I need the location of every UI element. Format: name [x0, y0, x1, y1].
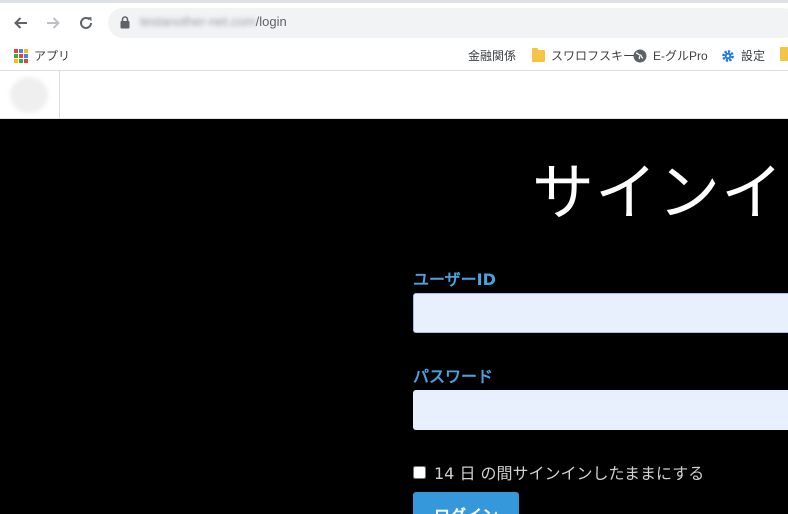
page-title: サインイン: [532, 156, 788, 229]
apps-grid-icon: [14, 48, 28, 63]
remember-checkbox[interactable]: [413, 465, 426, 479]
header-divider: [59, 71, 60, 119]
url-text: testanother-net.com/login: [140, 14, 287, 29]
bookmark-settings[interactable]: 設定: [721, 47, 765, 64]
url-host: testanother-net.com: [140, 14, 256, 29]
userid-input[interactable]: [413, 293, 788, 333]
bookmark-finance[interactable]: 金融関係: [468, 47, 516, 64]
site-header: [0, 71, 788, 119]
bookmark-swarovski[interactable]: スワロフスキー: [532, 47, 635, 64]
remember-label: 14 日 の間サインインしたままにする: [434, 464, 705, 483]
bookmark-label: 金融関係: [468, 49, 517, 63]
reload-icon: [80, 16, 92, 29]
password-input[interactable]: [413, 390, 788, 430]
address-bar[interactable]: testanother-net.com/login: [108, 8, 788, 38]
arrow-right-icon: [47, 17, 60, 29]
arrow-left-icon: [14, 17, 27, 29]
bookmark-label: スワロフスキー: [551, 49, 636, 63]
bookmark-label: E-グルPro: [653, 49, 708, 63]
bookmark-apps[interactable]: アプリ: [14, 47, 70, 64]
password-label: パスワード: [413, 367, 494, 386]
browser-toolbar: testanother-net.com/login: [0, 0, 788, 40]
lock-icon: [120, 16, 130, 29]
folder-icon: [532, 47, 545, 62]
forward-button[interactable]: [42, 12, 64, 34]
login-page: サインイン ユーザーID パスワード 14 日 の間サインインしたままにする ロ…: [0, 120, 788, 514]
bookmark-label: 設定: [741, 49, 766, 63]
folder-icon[interactable]: [780, 47, 788, 61]
bookmark-label: アプリ: [34, 49, 71, 63]
bookmark-eguru-pro[interactable]: E-グルPro: [633, 47, 708, 64]
back-button[interactable]: [10, 12, 32, 34]
login-button[interactable]: ログイン: [413, 492, 519, 514]
gear-icon: [722, 49, 734, 62]
userid-label: ユーザーID: [413, 270, 496, 289]
bookmarks-bar: アプリ 金融関係 スワロフスキー E-グルPro 設定: [0, 40, 788, 100]
site-logo[interactable]: [10, 77, 48, 113]
url-path: /login: [255, 14, 287, 29]
remember-me[interactable]: 14 日 の間サインインしたままにする: [413, 460, 704, 484]
globe-icon: [633, 49, 647, 62]
reload-button[interactable]: [75, 12, 97, 34]
